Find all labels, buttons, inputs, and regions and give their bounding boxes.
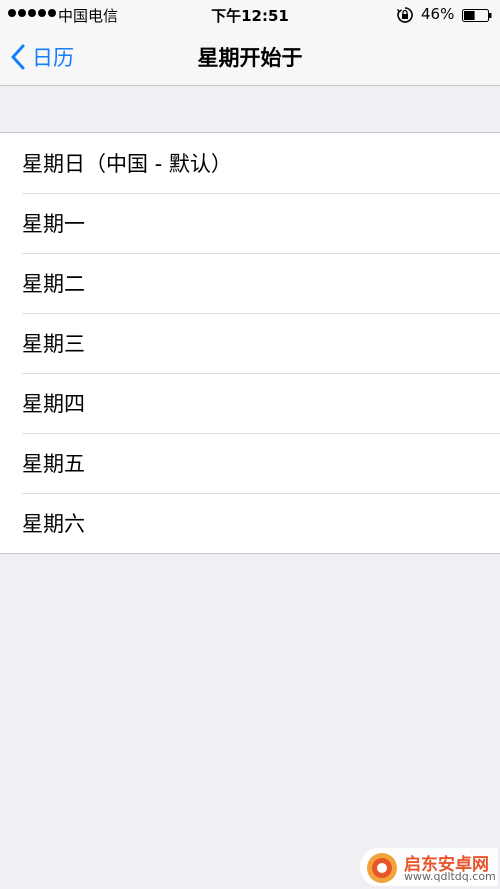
page-title: 星期开始于 bbox=[197, 46, 303, 70]
option-saturday[interactable]: 星期六 bbox=[0, 493, 500, 553]
orientation-lock-icon bbox=[396, 7, 413, 23]
watermark: 启东安卓网 www.qdltdq.com bbox=[360, 848, 498, 886]
week-start-options-list: 星期日（中国 - 默认） 星期一 星期二 星期三 星期四 星期五 星期六 bbox=[0, 132, 500, 554]
option-thursday[interactable]: 星期四 bbox=[0, 373, 500, 433]
option-label: 星期六 bbox=[22, 512, 85, 536]
watermark-logo-icon bbox=[367, 853, 397, 883]
option-wednesday[interactable]: 星期三 bbox=[0, 313, 500, 373]
watermark-url: www.qdltdq.com bbox=[404, 870, 496, 883]
option-label: 星期日（中国 - 默认） bbox=[22, 152, 232, 176]
option-label: 星期三 bbox=[22, 332, 85, 356]
battery-icon bbox=[462, 9, 492, 22]
battery-percent: 46% bbox=[421, 5, 455, 23]
option-label: 星期二 bbox=[22, 272, 85, 296]
navigation-bar: 日历 星期开始于 bbox=[0, 30, 500, 86]
status-bar: 中国电信 下午12:51 46% bbox=[0, 0, 500, 30]
option-label: 星期五 bbox=[22, 452, 85, 476]
option-friday[interactable]: 星期五 bbox=[0, 433, 500, 493]
option-tuesday[interactable]: 星期二 bbox=[0, 253, 500, 313]
option-label: 星期一 bbox=[22, 212, 85, 236]
option-monday[interactable]: 星期一 bbox=[0, 193, 500, 253]
option-label: 星期四 bbox=[22, 392, 85, 416]
option-sunday[interactable]: 星期日（中国 - 默认） bbox=[0, 133, 500, 193]
